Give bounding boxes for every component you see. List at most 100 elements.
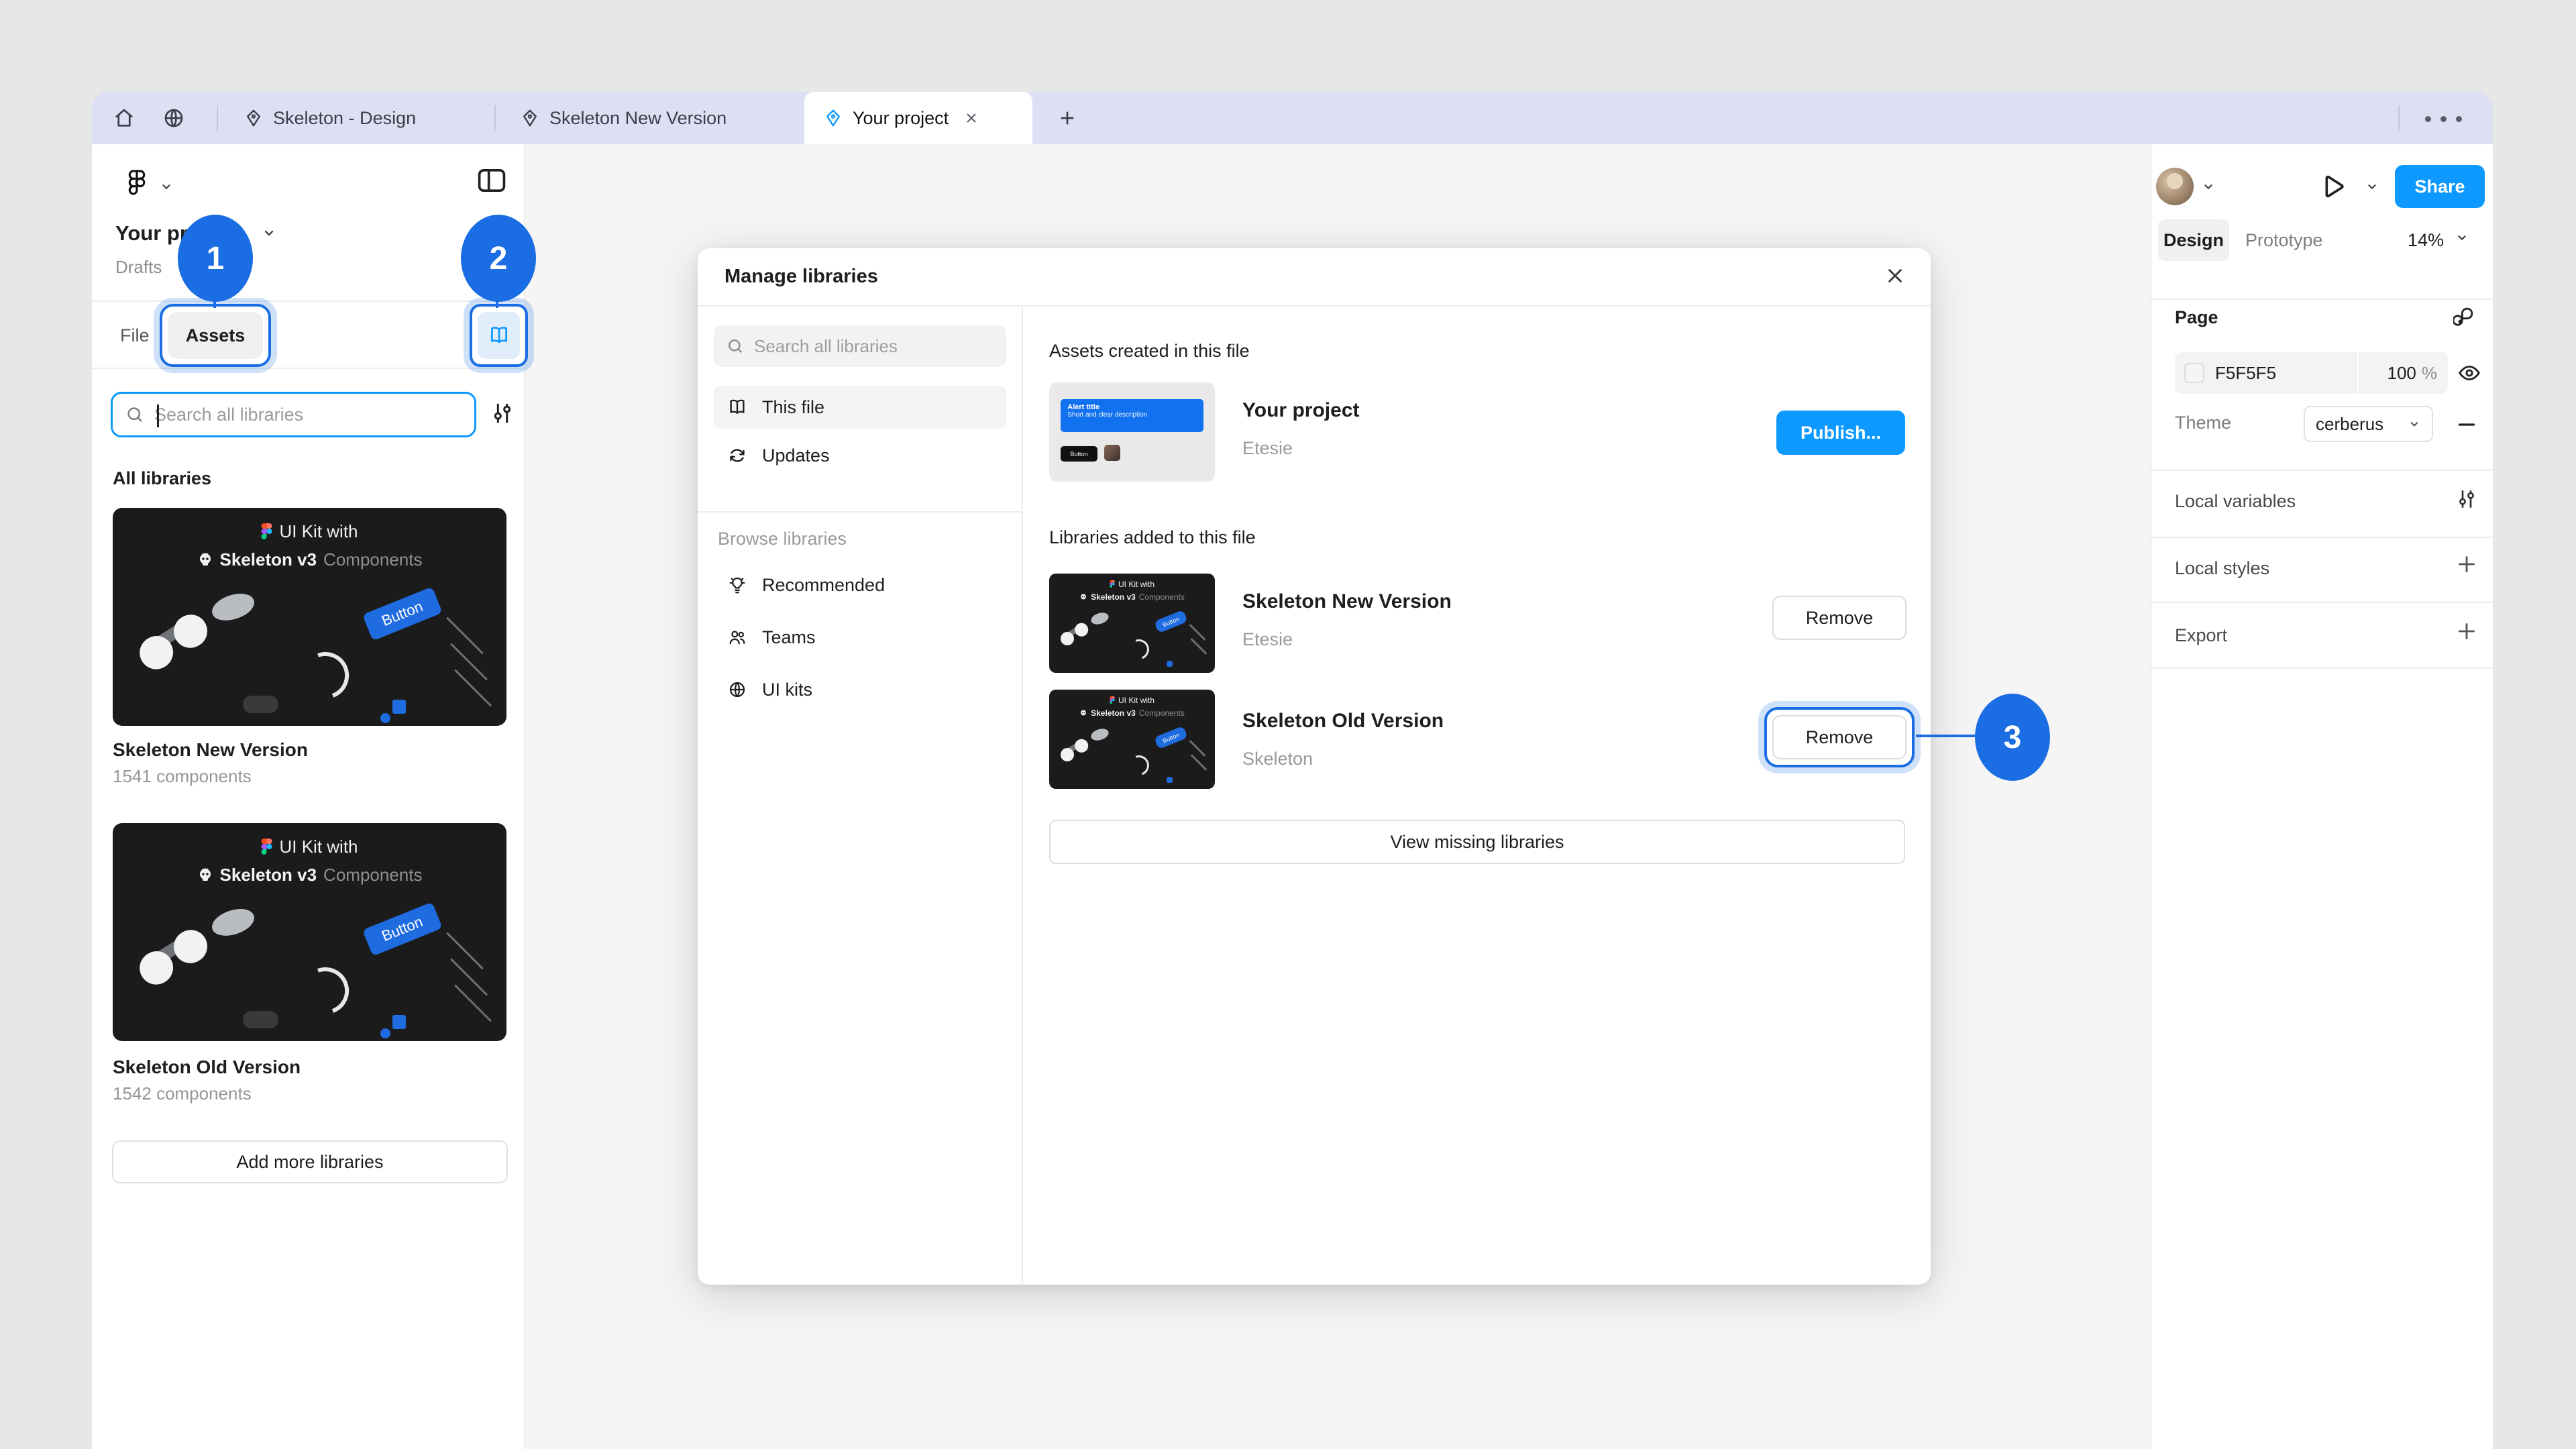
new-tab-button[interactable] (1050, 101, 1085, 136)
filter-icon[interactable] (489, 398, 516, 429)
divider (2151, 470, 2493, 471)
dialog-search-box[interactable] (714, 325, 1006, 367)
page-opacity-field[interactable]: 100 % (2359, 352, 2448, 394)
figma-logo-mini-icon (261, 839, 272, 855)
alert-component: Alert title Short and clear description (1061, 399, 1203, 432)
eye-icon[interactable] (2457, 360, 2482, 386)
figma-logo-mini-icon (1110, 696, 1115, 704)
thumb-button: Button (1061, 446, 1097, 462)
toggle-shape (243, 1011, 278, 1028)
tab-skeleton-new-version[interactable]: Skeleton New Version (501, 92, 745, 144)
radio-shape (380, 1028, 390, 1038)
thumb-caption: UI Kit with (1118, 696, 1155, 705)
figma-logo-icon[interactable] (122, 166, 152, 205)
skull-icon (1079, 709, 1087, 717)
library-card-count: 1541 components (113, 766, 252, 787)
close-tab-icon[interactable] (963, 110, 979, 126)
library-owner: Skeleton (1242, 749, 1313, 769)
add-style-icon[interactable] (2455, 552, 2479, 576)
accordion-line (446, 932, 484, 969)
library-card-title[interactable]: Skeleton New Version (113, 739, 308, 761)
theme-select[interactable]: cerberus (2304, 406, 2433, 442)
search-community-button[interactable] (156, 101, 191, 136)
tab-prototype[interactable]: Prototype (2245, 230, 2323, 251)
opacity-value[interactable]: 100 (2387, 363, 2416, 384)
library-card-thumbnail[interactable]: UI Kit with Skeleton v3Components Button (113, 508, 506, 726)
lightbulb-icon (727, 575, 747, 595)
page-section-label: Page (2175, 307, 2218, 328)
variables-filter-icon[interactable] (2455, 485, 2479, 513)
remove-button[interactable]: Remove (1772, 596, 1907, 640)
page-styles-icon[interactable] (2453, 304, 2479, 329)
library-card-thumbnail[interactable]: UI Kit with Skeleton v3Components Button (113, 823, 506, 1041)
callout-ring-assets (160, 304, 271, 367)
publish-button[interactable]: Publish... (1776, 411, 1905, 455)
nav-this-file[interactable]: This file (714, 386, 1006, 429)
close-icon[interactable] (1884, 264, 1907, 287)
theme-label: Theme (2175, 413, 2231, 433)
thumb-brand-suffix: Components (323, 865, 422, 885)
tab-skeleton-design[interactable]: Skeleton - Design (225, 92, 435, 144)
nav-updates[interactable]: Updates (714, 434, 1006, 477)
tab-label: Skeleton - Design (273, 108, 416, 129)
tab-design[interactable]: Design (2158, 219, 2229, 261)
slider-shape (142, 930, 198, 972)
nav-teams[interactable]: Teams (714, 616, 1006, 659)
accordion-line (450, 958, 488, 996)
refresh-icon (727, 445, 747, 466)
plus-icon (1057, 107, 1078, 129)
chevron-down-icon[interactable] (2201, 179, 2216, 194)
tab-your-project[interactable]: Your project (804, 92, 1032, 144)
slider-shape (142, 615, 198, 657)
theme-value: cerberus (2316, 414, 2383, 435)
local-variables-label: Local variables (2175, 491, 2296, 512)
toggle-shape (243, 696, 278, 713)
chevron-down-icon[interactable] (159, 179, 174, 194)
dialog-title: Manage libraries (724, 266, 878, 288)
callout-step-2: 2 (461, 215, 536, 302)
nav-recommended[interactable]: Recommended (714, 564, 1006, 606)
zoom-level[interactable]: 14% (2408, 230, 2444, 251)
window-overflow-menu[interactable] (2425, 116, 2462, 122)
tab-file[interactable]: File (120, 325, 150, 346)
minus-icon[interactable] (2455, 413, 2479, 437)
chevron-down-icon[interactable] (2455, 230, 2469, 245)
add-export-icon[interactable] (2455, 619, 2479, 643)
divider (92, 368, 524, 369)
library-search-box[interactable] (111, 392, 476, 437)
share-button[interactable]: Share (2395, 165, 2485, 208)
callout-connector-3 (1916, 735, 1978, 737)
chevron-down-icon[interactable] (261, 225, 277, 241)
figma-app-window: Skeleton - Design Skeleton New Version Y… (92, 92, 2493, 1449)
chevron-down-icon[interactable] (2365, 179, 2379, 194)
thumb-brand: Skeleton v3 (1091, 592, 1136, 602)
spinner-shape (294, 644, 357, 707)
library-card-title[interactable]: Skeleton Old Version (113, 1057, 301, 1078)
thumb-brand-suffix: Components (1139, 708, 1185, 718)
spinner-shape (294, 959, 357, 1022)
globe-icon (162, 106, 186, 130)
breadcrumb[interactable]: Drafts (115, 257, 162, 278)
nav-ui-kits[interactable]: UI kits (714, 668, 1006, 711)
divider (698, 511, 1022, 513)
add-more-libraries-button[interactable]: Add more libraries (112, 1140, 508, 1183)
avatar-shape (209, 904, 257, 941)
thumb-brand-suffix: Components (1139, 592, 1185, 602)
color-swatch[interactable] (2184, 363, 2204, 383)
dialog-search-input[interactable] (754, 336, 994, 357)
alert-title: Alert title (1067, 403, 1196, 411)
avatar-shape (1089, 727, 1110, 743)
export-label: Export (2175, 625, 2227, 646)
toggle-sidebar-icon[interactable] (474, 163, 509, 198)
home-button[interactable] (107, 101, 142, 136)
avatar[interactable] (2156, 168, 2194, 205)
tab-label: Skeleton New Version (549, 108, 727, 129)
search-input[interactable] (154, 405, 462, 425)
color-hex-value[interactable]: F5F5F5 (2215, 363, 2276, 384)
library-title: Skeleton Old Version (1242, 710, 1444, 733)
present-play-icon[interactable] (2316, 171, 2347, 202)
page-color-field[interactable]: F5F5F5 (2175, 352, 2357, 394)
slider-shape (1061, 623, 1085, 641)
left-sidebar: Your project Drafts File Assets All libr… (92, 144, 525, 1449)
view-missing-libraries-button[interactable]: View missing libraries (1049, 820, 1905, 864)
